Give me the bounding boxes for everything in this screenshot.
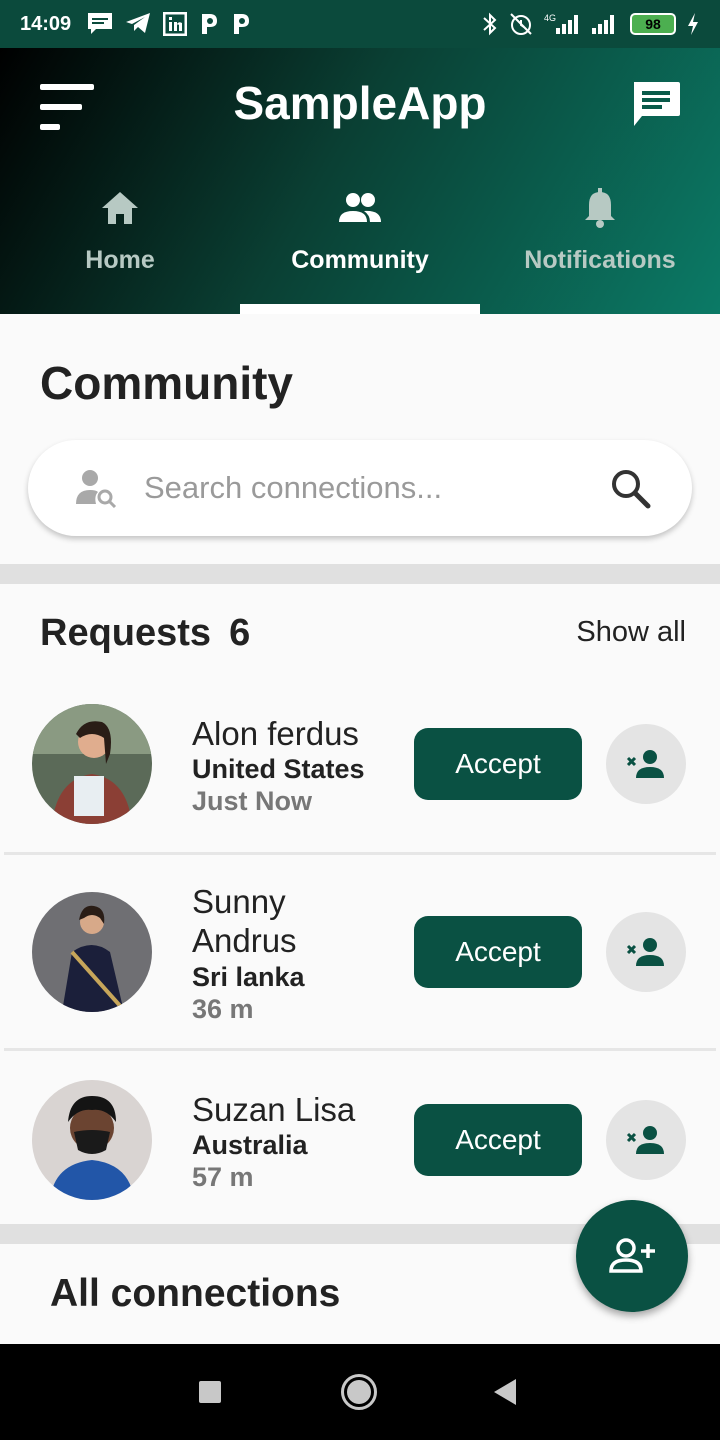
tab-home-label: Home bbox=[85, 246, 155, 274]
signal-icon bbox=[592, 15, 614, 34]
charging-icon bbox=[688, 13, 698, 35]
p-icon bbox=[234, 14, 250, 34]
people-icon bbox=[339, 193, 381, 222]
request-item: Suzan Lisa Australia 57 m Accept bbox=[0, 1080, 720, 1220]
show-all-link[interactable]: Show all bbox=[576, 616, 686, 649]
search-input[interactable] bbox=[144, 462, 574, 514]
home-button[interactable] bbox=[341, 1374, 377, 1410]
p-icon bbox=[202, 14, 218, 34]
row-divider bbox=[4, 1048, 716, 1051]
message-icon bbox=[88, 13, 113, 34]
requests-title: Requests bbox=[40, 612, 212, 654]
linkedin-icon bbox=[163, 12, 188, 36]
accept-button[interactable]: Accept bbox=[414, 1104, 582, 1176]
battery-indicator: 98 bbox=[630, 13, 676, 35]
all-connections-title: All connections bbox=[50, 1272, 341, 1315]
network-label: 4G bbox=[544, 13, 556, 23]
page-title: Community bbox=[40, 357, 293, 409]
person-remove-icon bbox=[626, 938, 664, 966]
status-bar: 14:09 4G 98 bbox=[0, 0, 720, 48]
person-add-icon bbox=[609, 1238, 655, 1273]
search-bar[interactable] bbox=[28, 440, 692, 536]
add-connection-button[interactable] bbox=[576, 1200, 688, 1312]
app-header: SampleApp Home Community Notifications bbox=[0, 48, 720, 314]
request-time: 57 m bbox=[192, 1162, 254, 1192]
decline-button[interactable] bbox=[606, 1100, 686, 1180]
requester-name: Suzan Lisa bbox=[192, 1091, 356, 1128]
recents-button[interactable] bbox=[199, 1381, 221, 1403]
decline-button[interactable] bbox=[606, 724, 686, 804]
signal-4g-icon: 4G bbox=[544, 13, 578, 34]
search-icon[interactable] bbox=[608, 466, 654, 512]
bluetooth-icon bbox=[483, 12, 497, 36]
section-divider bbox=[0, 564, 720, 584]
tab-bar: Home Community Notifications bbox=[0, 178, 720, 314]
row-divider bbox=[4, 852, 716, 855]
person-search-icon bbox=[76, 470, 117, 508]
requests-count: 6 bbox=[229, 612, 251, 654]
bell-icon bbox=[585, 188, 615, 228]
person-remove-icon bbox=[626, 1126, 664, 1154]
avatar[interactable] bbox=[32, 1080, 152, 1200]
avatar-image bbox=[32, 704, 152, 824]
chat-icon bbox=[634, 82, 680, 126]
avatar[interactable] bbox=[32, 892, 152, 1012]
status-time: 14:09 bbox=[20, 12, 72, 35]
chat-button[interactable] bbox=[630, 80, 682, 128]
tab-community[interactable]: Community bbox=[240, 178, 480, 314]
status-system-icons: 4G 98 bbox=[482, 11, 700, 37]
requests-header: Requests 6 bbox=[40, 612, 250, 655]
accept-button[interactable]: Accept bbox=[414, 728, 582, 800]
tab-home[interactable]: Home bbox=[0, 178, 240, 314]
avatar-image bbox=[32, 892, 152, 1012]
requester-name: Sunny Andrus bbox=[192, 883, 297, 959]
request-item: Alon ferdus United States Just Now Accep… bbox=[0, 704, 720, 854]
home-circle-icon bbox=[347, 1380, 371, 1404]
avatar-image bbox=[32, 1080, 152, 1200]
requester-country: United States bbox=[192, 754, 365, 784]
tab-notifications-label: Notifications bbox=[524, 246, 676, 274]
app-title: SampleApp bbox=[233, 77, 487, 129]
requester-country: Australia bbox=[192, 1130, 308, 1160]
request-time: 36 m bbox=[192, 994, 254, 1024]
requester-country: Sri lanka bbox=[192, 962, 305, 992]
system-nav-bar bbox=[0, 1344, 720, 1440]
telegram-icon bbox=[126, 13, 151, 33]
requester-name: Alon ferdus bbox=[192, 715, 359, 752]
person-remove-icon bbox=[626, 750, 664, 778]
active-tab-indicator bbox=[240, 304, 480, 314]
request-item: Sunny Andrus Sri lanka 36 m Accept bbox=[0, 880, 720, 1050]
back-button[interactable] bbox=[494, 1379, 516, 1405]
home-icon bbox=[102, 192, 138, 224]
status-notification-icons bbox=[87, 12, 251, 36]
accept-button[interactable]: Accept bbox=[414, 916, 582, 988]
tab-community-label: Community bbox=[291, 246, 429, 274]
alarm-off-icon bbox=[510, 13, 532, 35]
tab-notifications[interactable]: Notifications bbox=[480, 178, 720, 314]
decline-button[interactable] bbox=[606, 912, 686, 992]
request-time: Just Now bbox=[192, 786, 313, 816]
avatar[interactable] bbox=[32, 704, 152, 824]
